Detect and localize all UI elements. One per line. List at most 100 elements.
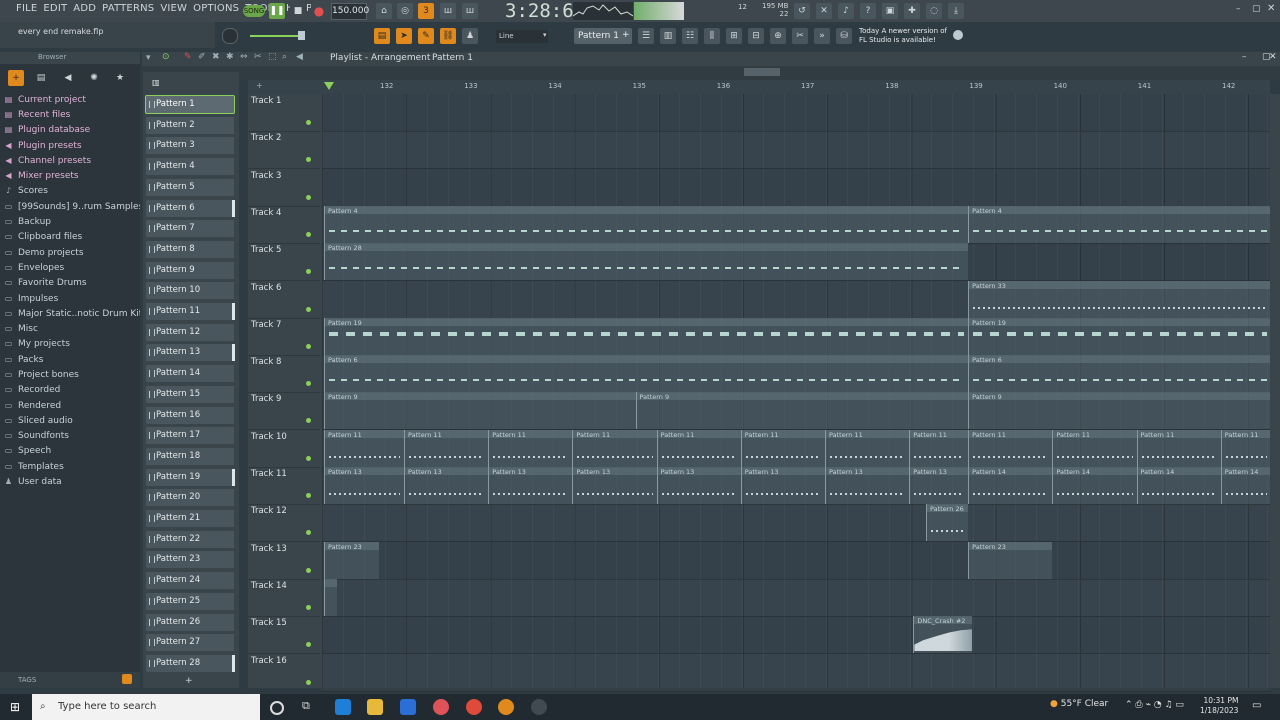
playlist-scrollbar[interactable] [142,66,1280,80]
pattern-item[interactable]: Pattern 1 [145,95,235,114]
channel-rack-icon[interactable]: ☷ [682,28,698,44]
browser-item[interactable]: ▭ Major Static..notic Drum Kit [4,306,140,321]
pattern-clip[interactable]: Pattern 11 [740,429,825,467]
track-mute-dot[interactable] [306,567,311,573]
pattern-item[interactable]: Pattern 7 [146,220,234,238]
channel-view-icon[interactable]: ⊞ [726,28,742,44]
browser-item[interactable]: ♪ Scores [4,184,140,199]
pattern-clip[interactable]: Pattern 23 [968,541,1053,579]
menu-edit[interactable]: EDIT [43,3,67,14]
globe-icon[interactable] [953,30,963,40]
help-icon[interactable]: ? [860,3,876,19]
pattern-item[interactable]: Pattern 10 [146,282,234,300]
wait-input-icon[interactable]: ◎ [397,3,413,19]
audio-clip[interactable]: DNC_Crash #2 [913,616,973,654]
tools-icon[interactable]: ✕ [816,3,832,19]
slider-handle[interactable] [298,31,305,40]
pattern-clip[interactable]: Pattern 13 [824,467,910,504]
browser-item[interactable]: ♟ User data [4,474,140,489]
pattern-clip[interactable]: Pattern 11 [1136,429,1221,467]
vertical-scrollbar[interactable] [1270,94,1280,688]
fl-studio-icon[interactable] [498,699,514,715]
play-button[interactable]: ❚❚ [269,3,285,19]
timeline-ruler[interactable]: 132 133 134 135 136 137 138 139 140 141 142 [322,80,1270,94]
track-mute-dot[interactable] [306,231,311,237]
pattern-item[interactable]: Pattern 23 [146,551,234,569]
pattern-clip[interactable]: Pattern 13 [488,467,573,504]
browser-item[interactable]: ▭ Sliced audio [4,413,140,428]
track-mute-dot[interactable] [306,381,311,387]
snap-selector[interactable]: Line [496,30,548,43]
stamp-icon[interactable]: ♟ [462,28,478,44]
track-header[interactable]: Track 16 [248,654,320,692]
pattern-clip[interactable]: Pattern 11 [909,429,969,467]
pattern-item[interactable]: Pattern 16 [146,406,234,424]
playback-tool-icon[interactable]: ◀ [296,52,303,62]
news-panel[interactable]: Today A newer version of FL Studio is ava… [859,27,947,45]
menu-options[interactable]: OPTIONS [193,3,239,14]
countdown-icon[interactable]: 3 [418,3,434,19]
task-view-icon[interactable]: ⧉ [302,699,318,715]
browser-item[interactable]: ▭ Favorite Drums [4,276,140,291]
browser-item[interactable]: ▭ Project bones [4,367,140,382]
menu-file[interactable]: FILE [16,3,37,14]
browser-item[interactable]: ▭ Envelopes [4,260,140,275]
chevron-down-icon[interactable]: ▾ [543,31,547,39]
track-header[interactable]: Track 6 [248,281,320,319]
pattern-clip[interactable]: Pattern 11 [572,429,657,467]
pattern-clip[interactable]: Pattern 28 [324,243,969,281]
browser-item[interactable]: ▤ Current project [4,92,140,107]
pattern-item[interactable]: Pattern 24 [146,572,234,590]
playlist-view-icon[interactable]: ▤ [374,28,390,44]
pattern-clip[interactable]: Pattern 13 [909,467,969,504]
track-lane[interactable] [322,579,1270,617]
pattern-clip[interactable]: Pattern 19 [324,317,969,355]
browser-view-icon[interactable]: ⊟ [748,28,764,44]
undo-icon[interactable]: ↺ [794,3,810,19]
pattern-item[interactable]: Pattern 6 [146,199,234,217]
pattern-item[interactable]: Pattern 4 [146,158,234,176]
song-mode-toggle[interactable]: SONG [243,5,265,17]
track-mute-dot[interactable] [306,530,311,536]
pattern-item[interactable]: Pattern 22 [146,530,234,548]
pattern-item[interactable]: Pattern 3 [146,137,234,155]
track-mute-dot[interactable] [306,679,311,685]
obs-icon[interactable] [531,699,547,715]
browser-item[interactable]: ▭ Demo projects [4,245,140,260]
pattern-item[interactable]: Pattern 5 [146,178,234,196]
pattern-clip[interactable]: Pattern 13 [324,467,404,504]
browser-item[interactable]: ▭ Speech [4,444,140,459]
playlist-minimize-icon[interactable]: – [1242,52,1247,62]
pattern-clip[interactable]: Pattern 11 [656,429,741,467]
pattern-item[interactable]: Pattern 26 [146,613,234,631]
minimize-icon[interactable]: – [1236,4,1241,14]
track-header[interactable]: Track 1 [248,94,320,132]
track-header[interactable]: Track 9 [248,392,320,431]
playlist-icon[interactable]: ☰ [638,28,654,44]
track-header[interactable]: Track 8 [248,355,320,394]
track-header[interactable]: Track 4 [248,206,320,244]
track-lane[interactable] [322,169,1270,207]
pattern-item[interactable]: Pattern 25 [146,592,234,610]
track-mute-dot[interactable] [306,604,311,610]
pattern-clip[interactable]: Pattern 14 [1052,467,1137,504]
playlist-menu-icon[interactable]: ▾ [146,53,151,63]
browser-star-icon[interactable]: ★ [112,70,128,86]
snap-magnet-icon[interactable]: ⊙ [162,52,170,62]
pattern-item[interactable]: Pattern 19 [146,468,234,486]
pattern-item[interactable]: Pattern 2 [146,116,234,134]
piano-icon[interactable]: ▥ [660,28,676,44]
pattern-clip[interactable]: Pattern 4 [968,205,1272,243]
track-mute-dot[interactable] [306,306,311,312]
track-lane[interactable] [322,616,1270,655]
pattern-item[interactable]: Pattern 13 [146,344,234,362]
pattern-clip[interactable]: Pattern 11 [1052,429,1137,467]
browser-item[interactable]: ▭ Impulses [4,291,140,306]
scroll-thumb[interactable] [744,68,780,76]
pattern-clip[interactable]: Pattern 11 [968,429,1053,467]
pattern-clip[interactable]: Pattern 11 [403,429,489,467]
add-track-icon[interactable]: + [185,676,193,686]
master-pitch-slider[interactable] [250,35,298,37]
brush-tool-icon[interactable]: ✐ [198,52,206,62]
menu-add[interactable]: ADD [73,3,96,14]
